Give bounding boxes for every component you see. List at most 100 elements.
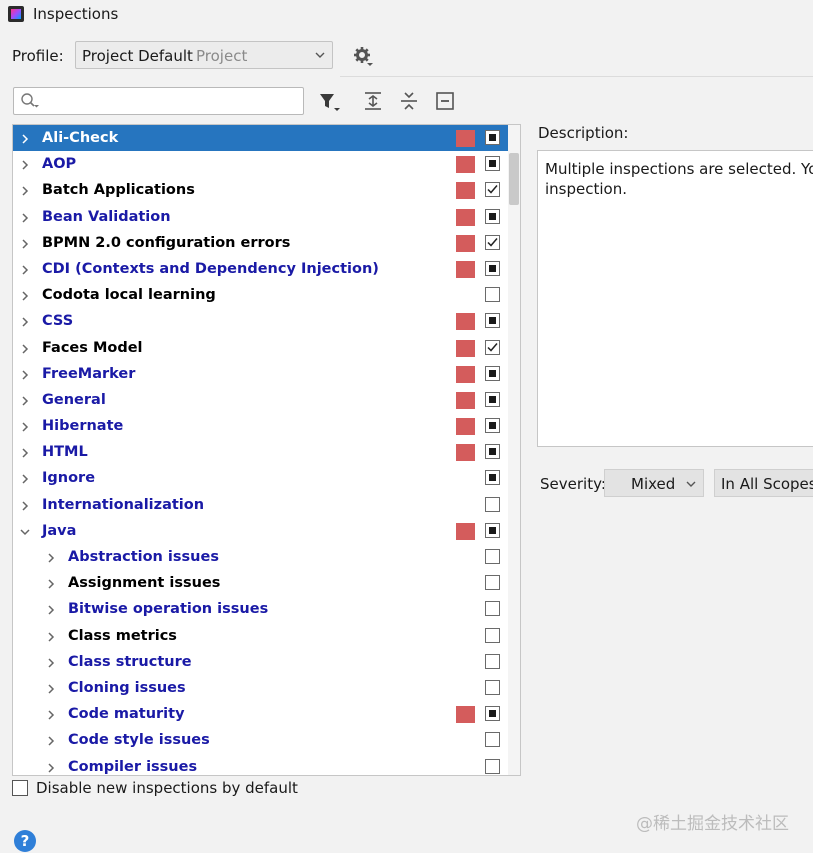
chevron-right-icon[interactable] — [19, 204, 31, 230]
chevron-right-icon[interactable] — [19, 492, 31, 518]
tree-row[interactable]: Internationalization — [13, 492, 508, 518]
inspection-checkbox[interactable] — [485, 182, 500, 198]
tree-row-label: Assignment issues — [68, 575, 221, 592]
inspection-checkbox[interactable] — [485, 365, 500, 381]
tree-row[interactable]: Class metrics — [13, 623, 508, 649]
severity-marker — [456, 182, 475, 200]
inspection-checkbox[interactable] — [485, 496, 500, 512]
chevron-right-icon[interactable] — [19, 125, 31, 151]
inspection-checkbox[interactable] — [485, 758, 500, 774]
collapse-all-icon[interactable] — [398, 90, 420, 112]
tree-row[interactable]: Assignment issues — [13, 570, 508, 596]
tree-row[interactable]: Hibernate — [13, 413, 508, 439]
scope-dropdown[interactable]: In All Scopes — [714, 469, 813, 497]
tree-row[interactable]: AOP — [13, 151, 508, 177]
tree-row[interactable]: Java — [13, 518, 508, 544]
chevron-right-icon[interactable] — [45, 727, 57, 753]
inspection-checkbox[interactable] — [485, 575, 500, 591]
chevron-right-icon[interactable] — [19, 413, 31, 439]
tree-row[interactable]: Bitwise operation issues — [13, 596, 508, 622]
inspection-checkbox[interactable] — [485, 679, 500, 695]
disable-new-inspections-checkbox[interactable] — [12, 780, 28, 796]
expand-all-icon[interactable] — [362, 90, 384, 112]
inspection-checkbox[interactable] — [485, 549, 500, 564]
tree-row-label: Hibernate — [42, 418, 124, 435]
description-label: Description: — [538, 124, 629, 142]
chevron-right-icon[interactable] — [19, 177, 31, 203]
inspection-checkbox[interactable] — [485, 234, 500, 250]
chevron-right-icon[interactable] — [45, 675, 57, 701]
chevron-right-icon[interactable] — [45, 754, 57, 776]
severity-dropdown[interactable]: Mixed — [604, 469, 704, 497]
inspection-checkbox[interactable] — [485, 418, 500, 434]
inspection-checkbox[interactable] — [485, 391, 500, 407]
chevron-right-icon[interactable] — [19, 335, 31, 361]
tree-row[interactable]: Codota local learning — [13, 282, 508, 308]
chevron-right-icon[interactable] — [19, 151, 31, 177]
help-icon[interactable]: ? — [14, 830, 36, 852]
chevron-right-icon[interactable] — [19, 361, 31, 387]
tree-row[interactable]: Abstraction issues — [13, 544, 508, 570]
tree-row[interactable]: Faces Model — [13, 335, 508, 361]
chevron-down-icon[interactable] — [19, 518, 31, 544]
tree-row[interactable]: CDI (Contexts and Dependency Injection) — [13, 256, 508, 282]
profile-value: Project Default — [82, 47, 193, 65]
inspection-checkbox[interactable] — [485, 444, 500, 460]
tree-row[interactable]: General — [13, 387, 508, 413]
tree-row[interactable]: Ignore — [13, 465, 508, 491]
chevron-right-icon[interactable] — [45, 596, 57, 622]
chevron-right-icon[interactable] — [19, 439, 31, 465]
tree-row[interactable]: Compiler issues — [13, 754, 508, 776]
inspection-checkbox[interactable] — [485, 522, 500, 538]
tree-row[interactable]: Cloning issues — [13, 675, 508, 701]
chevron-right-icon[interactable] — [19, 230, 31, 256]
profile-dropdown[interactable]: Project Default Project — [75, 41, 333, 69]
filter-icon[interactable] — [318, 90, 340, 112]
tree-row[interactable]: Class structure — [13, 649, 508, 675]
inspection-checkbox[interactable] — [485, 313, 500, 329]
chevron-right-icon[interactable] — [45, 623, 57, 649]
severity-marker — [456, 339, 475, 357]
gear-icon[interactable] — [352, 45, 374, 70]
inspection-checkbox[interactable] — [485, 627, 500, 643]
tree-row[interactable]: FreeMarker — [13, 361, 508, 387]
tree-row-label: Faces Model — [42, 339, 143, 356]
inspection-checkbox[interactable] — [485, 130, 500, 145]
inspection-checkbox[interactable] — [485, 601, 500, 617]
tree-row[interactable]: Bean Validation — [13, 204, 508, 230]
tree-row[interactable]: Ali-Check — [13, 125, 508, 152]
tree-row[interactable]: BPMN 2.0 configuration errors — [13, 230, 508, 256]
inspection-checkbox[interactable] — [485, 287, 500, 303]
scrollbar-track[interactable] — [508, 125, 520, 775]
inspection-checkbox[interactable] — [485, 208, 500, 224]
search-field[interactable] — [13, 87, 304, 115]
inspection-checkbox[interactable] — [485, 706, 500, 722]
chevron-right-icon[interactable] — [19, 282, 31, 308]
chevron-right-icon[interactable] — [19, 387, 31, 413]
inspection-checkbox[interactable] — [485, 260, 500, 276]
inspection-checkbox[interactable] — [485, 470, 500, 486]
inspection-checkbox[interactable] — [485, 732, 500, 748]
chevron-right-icon[interactable] — [19, 256, 31, 282]
reset-icon[interactable] — [434, 90, 456, 112]
chevron-right-icon[interactable] — [19, 465, 31, 491]
chevron-right-icon[interactable] — [45, 701, 57, 727]
tree-row[interactable]: HTML — [13, 439, 508, 465]
chevron-right-icon[interactable] — [45, 649, 57, 675]
chevron-right-icon[interactable] — [45, 544, 57, 570]
tree-row[interactable]: Batch Applications — [13, 177, 508, 203]
inspection-checkbox[interactable] — [485, 339, 500, 355]
inspection-checkbox[interactable] — [485, 653, 500, 669]
tree-row[interactable]: CSS — [13, 308, 508, 334]
tree-row-label: HTML — [42, 444, 88, 461]
disable-new-inspections-label[interactable]: Disable new inspections by default — [36, 779, 298, 797]
tree-row[interactable]: Code style issues — [13, 727, 508, 753]
chevron-right-icon[interactable] — [19, 308, 31, 334]
chevron-right-icon[interactable] — [45, 570, 57, 596]
inspections-tree[interactable]: Ali-Check AOP Batch Applications Bean Valid… — [12, 124, 521, 776]
search-input[interactable] — [42, 91, 297, 111]
scrollbar-thumb[interactable] — [509, 153, 519, 205]
inspection-checkbox[interactable] — [485, 156, 500, 172]
tree-row[interactable]: Code maturity — [13, 701, 508, 727]
tree-row-label: Bitwise operation issues — [68, 601, 269, 618]
